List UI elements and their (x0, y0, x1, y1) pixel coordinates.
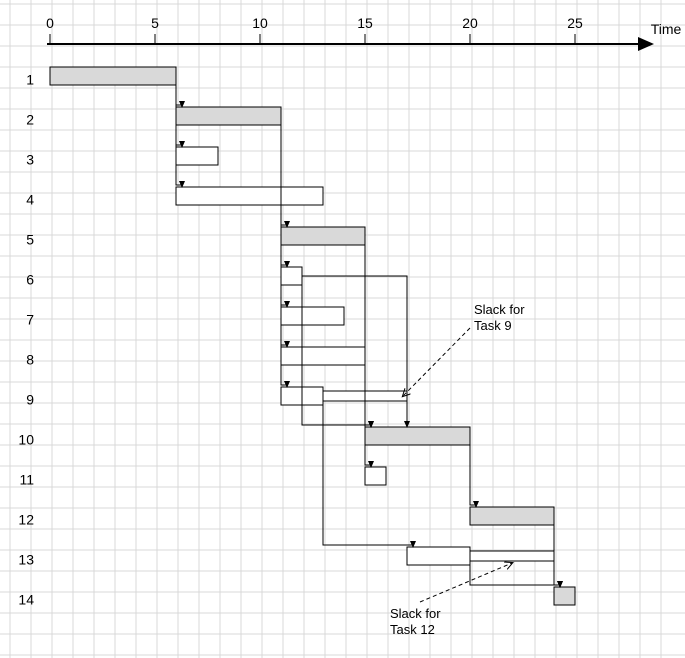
row-label: 5 (26, 232, 34, 248)
dependency-arrow (281, 125, 287, 227)
task-bar-14 (554, 587, 575, 605)
row-label: 12 (18, 512, 34, 528)
svg-text:15: 15 (357, 15, 373, 31)
annotation-label: Slack for (390, 606, 441, 621)
annotation-label: Slack for (474, 302, 525, 317)
task-bar-1 (50, 67, 176, 85)
annotation-label: Task 12 (390, 622, 435, 637)
task-bar-10 (365, 427, 470, 445)
task-bar-7 (281, 307, 344, 325)
dependency-arrow (470, 565, 560, 587)
svg-text:5: 5 (151, 15, 159, 31)
row-label: 6 (26, 272, 34, 288)
row-label: 9 (26, 392, 34, 408)
task-bar-3 (176, 147, 218, 165)
row-label: 14 (18, 592, 34, 608)
annotation-arrow (403, 328, 470, 396)
task-bar-6 (281, 267, 302, 285)
task-bar-2 (176, 107, 281, 125)
dependency-arrow (554, 525, 560, 587)
task-bar-5 (281, 227, 365, 245)
axis-label: Time (651, 21, 682, 37)
svg-text:10: 10 (252, 15, 268, 31)
task-bar-12 (470, 507, 554, 525)
row-label: 3 (26, 152, 34, 168)
task-bar-4 (176, 187, 323, 205)
svg-text:25: 25 (567, 15, 583, 31)
task-bar-8 (281, 347, 365, 365)
row-label: 4 (26, 192, 34, 208)
svg-text:20: 20 (462, 15, 478, 31)
svg-text:0: 0 (46, 15, 54, 31)
slack-bar-13 (470, 551, 554, 561)
row-label: 7 (26, 312, 34, 328)
row-label: 11 (19, 472, 34, 488)
annotation-arrow (420, 563, 512, 602)
axis-arrow-icon (638, 37, 654, 51)
dependency-arrow (470, 445, 476, 507)
task-bar-13 (407, 547, 470, 565)
row-label: 2 (26, 112, 34, 128)
grid (0, 0, 685, 658)
row-label: 1 (26, 72, 34, 88)
annotation-label: Task 9 (474, 318, 512, 333)
row-label: 10 (18, 432, 34, 448)
task-bar-11 (365, 467, 386, 485)
row-label: 13 (18, 552, 34, 568)
gantt-chart: 0510152025Time1234567891011121314Slack f… (0, 0, 685, 658)
row-label: 8 (26, 352, 34, 368)
